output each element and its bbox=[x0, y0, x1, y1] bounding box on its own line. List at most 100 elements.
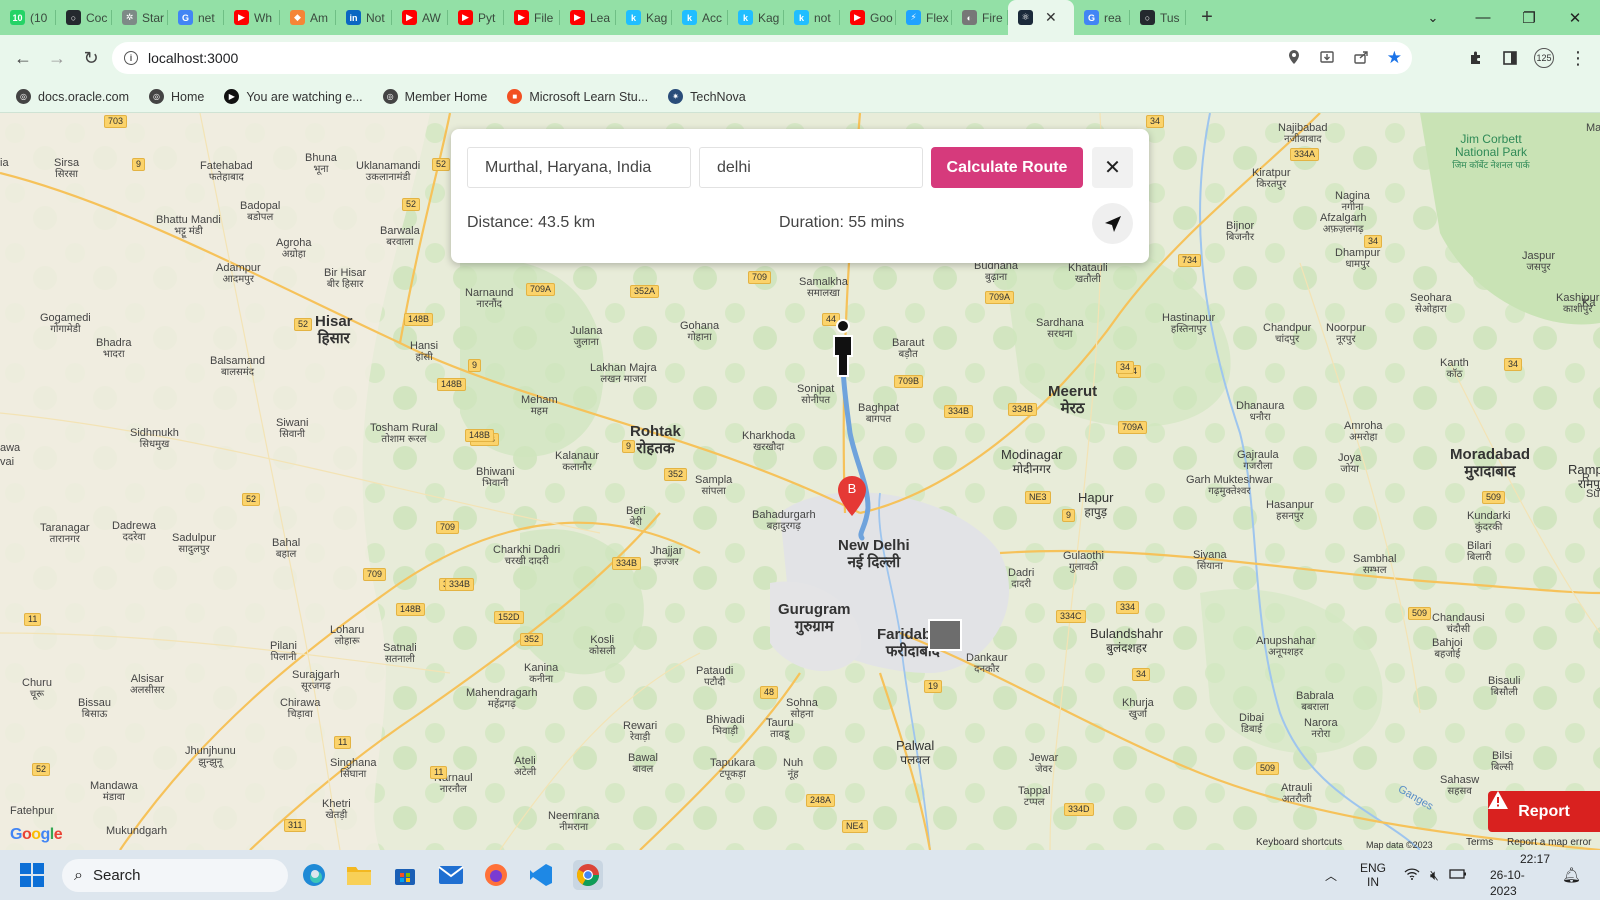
place-name: Siwani bbox=[276, 417, 309, 429]
browser-tab[interactable]: ⚛ ✕ bbox=[1008, 0, 1074, 35]
browser-tab[interactable]: k Kag bbox=[728, 0, 784, 35]
calculate-route-button[interactable]: Calculate Route bbox=[931, 147, 1083, 188]
map-place-label: Balsamand बालसमंद bbox=[210, 356, 265, 379]
street-view-thumbnail[interactable] bbox=[928, 619, 962, 651]
browser-tab[interactable]: k Kag bbox=[616, 0, 672, 35]
origin-input[interactable] bbox=[467, 147, 691, 188]
taskbar-search-box[interactable]: ⌕ Search bbox=[62, 859, 288, 892]
bookmark-star-icon[interactable]: ★ bbox=[1387, 48, 1402, 68]
terms-link[interactable]: Terms bbox=[1466, 837, 1493, 848]
browser-tab[interactable]: ▶ Lea bbox=[560, 0, 616, 35]
map-place-label: Nuh नूंह bbox=[783, 758, 803, 781]
site-info-icon[interactable]: i bbox=[124, 51, 138, 65]
bookmark-item[interactable]: ◎ Member Home bbox=[382, 89, 487, 104]
chrome-icon[interactable] bbox=[573, 860, 603, 890]
forward-arrow-icon[interactable]: → bbox=[40, 41, 74, 75]
new-tab-button[interactable]: + bbox=[1192, 0, 1222, 35]
window-close-button[interactable]: ✕ bbox=[1552, 0, 1598, 35]
battery-icon[interactable] bbox=[1449, 867, 1467, 883]
marker-label: B bbox=[847, 481, 857, 496]
map-place-label: Seohara सेओहारा bbox=[1410, 293, 1452, 316]
browser-tab[interactable]: Grea bbox=[1074, 0, 1130, 35]
file-explorer-icon[interactable] bbox=[344, 860, 374, 890]
keyboard-shortcuts-link[interactable]: Keyboard shortcuts bbox=[1256, 837, 1342, 848]
map-place-label: Mahendragarh महेंद्रगढ़ bbox=[466, 688, 538, 711]
system-tray-icons[interactable]: 🔇︎ bbox=[1404, 850, 1467, 900]
menu-kebab-icon[interactable]: ⋮ bbox=[1564, 42, 1592, 74]
restore-button[interactable]: ❐ bbox=[1506, 0, 1552, 35]
windows-start-icon[interactable] bbox=[20, 863, 44, 887]
place-name: Baraut bbox=[892, 337, 925, 349]
notification-bell-icon[interactable]: 🔔︎ bbox=[1562, 850, 1581, 900]
microsoft-store-icon[interactable] bbox=[390, 860, 420, 890]
profile-badge[interactable]: 125 bbox=[1530, 42, 1558, 74]
bookmark-item[interactable]: ✷ TechNova bbox=[668, 89, 746, 104]
place-name-hindi: किरतपुर bbox=[1256, 179, 1287, 190]
language-indicator[interactable]: ENG IN bbox=[1360, 850, 1386, 900]
map-place-label: Su bbox=[1586, 488, 1600, 500]
bookmark-item[interactable]: ◎ Home bbox=[149, 89, 204, 104]
place-name-hindi: कुंदरकी bbox=[1475, 522, 1503, 533]
place-name: Fatehpur bbox=[10, 805, 55, 817]
highway-shield: 48 bbox=[760, 686, 779, 699]
place-name: Joya bbox=[1338, 452, 1362, 464]
browser-tab[interactable]: ○ Tus bbox=[1130, 0, 1186, 35]
minimize-button[interactable]: — bbox=[1460, 0, 1506, 35]
close-tab-icon[interactable]: ✕ bbox=[1045, 9, 1057, 26]
browser-tab[interactable]: ◐ Fire bbox=[952, 0, 1008, 35]
map-place-label: Bahal बहाल bbox=[272, 538, 300, 561]
browser-tab[interactable]: ▶ Wh bbox=[224, 0, 280, 35]
extensions-puzzle-icon[interactable] bbox=[1462, 42, 1490, 74]
center-map-button[interactable] bbox=[1092, 203, 1133, 244]
bookmark-item[interactable]: ■ Microsoft Learn Stu... bbox=[507, 89, 648, 104]
place-name: Chandausi bbox=[1432, 612, 1485, 624]
back-arrow-icon[interactable]: ← bbox=[6, 41, 40, 75]
bookmark-item[interactable]: ▶ You are watching e... bbox=[224, 89, 363, 104]
reload-icon[interactable]: ↻ bbox=[74, 41, 108, 75]
browser-tab[interactable]: 10 (10 bbox=[0, 0, 56, 35]
report-button[interactable]: Report bbox=[1488, 791, 1600, 832]
play-icon: ▶ bbox=[224, 89, 240, 104]
browser-tab[interactable]: ▶ AW bbox=[392, 0, 448, 35]
url-text[interactable]: localhost:3000 bbox=[148, 50, 238, 66]
map-place-label: Bisauli बिसौली bbox=[1488, 676, 1520, 699]
clock[interactable]: 22:17 26-10-2023 bbox=[1490, 850, 1550, 900]
browser-tab[interactable]: ▶ Goo bbox=[840, 0, 896, 35]
install-app-icon[interactable] bbox=[1319, 49, 1335, 68]
place-name: Kalanaur bbox=[555, 450, 600, 462]
wifi-icon[interactable] bbox=[1404, 867, 1420, 883]
firefox-icon[interactable] bbox=[481, 860, 511, 890]
report-map-error-link[interactable]: Report a map error bbox=[1507, 837, 1591, 848]
share-icon[interactable] bbox=[1353, 49, 1369, 68]
browser-tab[interactable]: ▶ File bbox=[504, 0, 560, 35]
address-bar[interactable]: i localhost:3000 ★ bbox=[112, 42, 1412, 74]
browser-tab[interactable]: ○ Coc bbox=[56, 0, 112, 35]
vscode-icon[interactable] bbox=[526, 860, 556, 890]
place-name-hindi: आदमपुर bbox=[222, 274, 254, 285]
place-name-hindi: बावल bbox=[632, 764, 654, 775]
tray-overflow-chevron-icon[interactable]: ︿ bbox=[1325, 850, 1337, 900]
speaker-muted-icon[interactable]: 🔇︎ bbox=[1430, 867, 1439, 884]
browser-tab[interactable]: k not bbox=[784, 0, 840, 35]
place-name-hindi: चांदपुर bbox=[1275, 334, 1300, 345]
map-place-label: Sirsa सिरसा bbox=[54, 158, 79, 181]
browser-tab[interactable]: Gnet bbox=[168, 0, 224, 35]
highway-shield: 334 bbox=[1116, 601, 1140, 614]
mail-icon[interactable] bbox=[436, 860, 466, 890]
tab-search-chevron-icon[interactable]: ⌄ bbox=[1410, 0, 1456, 35]
side-panel-icon[interactable] bbox=[1496, 42, 1524, 74]
edge-icon[interactable] bbox=[299, 860, 329, 890]
browser-tab[interactable]: ✲ Star bbox=[112, 0, 168, 35]
browser-tab[interactable]: k Acc bbox=[672, 0, 728, 35]
browser-tab[interactable]: ▶ Pyt bbox=[448, 0, 504, 35]
clear-route-button[interactable]: ✕ bbox=[1092, 147, 1133, 188]
highway-shield: 152D bbox=[494, 611, 524, 624]
browser-tab[interactable]: ⚡ Flex bbox=[896, 0, 952, 35]
browser-tab[interactable]: in Not bbox=[336, 0, 392, 35]
browser-tab[interactable]: ◆ Am bbox=[280, 0, 336, 35]
location-pin-icon[interactable] bbox=[1287, 49, 1301, 68]
destination-input[interactable] bbox=[699, 147, 923, 188]
bookmark-item[interactable]: ◎ docs.oracle.com bbox=[16, 89, 129, 104]
destination-marker[interactable]: B bbox=[838, 476, 866, 516]
place-name-hindi: बीर हिसार bbox=[326, 279, 364, 290]
